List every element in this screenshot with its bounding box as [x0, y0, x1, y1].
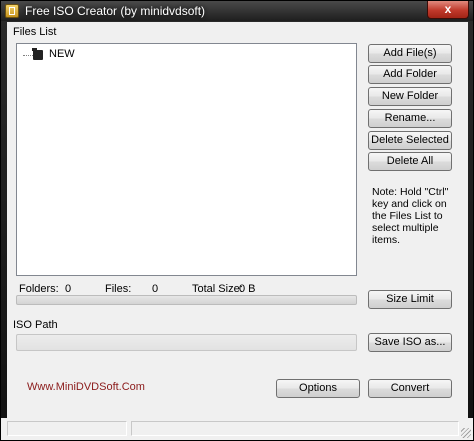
title-bar[interactable]: Free ISO Creator (by minidvdsoft) x — [1, 1, 473, 21]
app-icon — [5, 4, 19, 18]
total-size-value: 0 B — [239, 283, 256, 295]
rename-button[interactable]: Rename... — [368, 109, 452, 128]
add-folder-button[interactable]: Add Folder — [368, 65, 452, 84]
iso-path-field[interactable] — [16, 334, 357, 351]
files-label: Files: — [105, 283, 132, 295]
delete-all-button[interactable]: Delete All — [368, 152, 452, 171]
tree-connector-line — [23, 55, 33, 56]
save-iso-button[interactable]: Save ISO as... — [368, 333, 452, 352]
website-link[interactable]: Www.MiniDVDSoft.Com — [27, 381, 145, 393]
convert-button[interactable]: Convert — [368, 379, 452, 398]
folders-count: 0 — [65, 283, 72, 295]
options-button[interactable]: Options — [276, 379, 360, 398]
multi-select-note: Note: Hold "Ctrl" key and click on the F… — [372, 186, 449, 246]
total-size-label: Total Size: — [192, 283, 243, 295]
files-count: 0 — [152, 283, 159, 295]
folders-label: Folders: — [19, 283, 59, 295]
iso-path-label: ISO Path — [13, 319, 58, 331]
status-pane-left — [7, 421, 127, 436]
size-limit-button[interactable]: Size Limit — [368, 290, 452, 309]
window-title: Free ISO Creator (by minidvdsoft) — [25, 4, 206, 18]
main-panel: Files List NEW Add File(s) Add Folder Ne… — [7, 22, 468, 418]
app-window: Free ISO Creator (by minidvdsoft) x File… — [0, 0, 474, 441]
status-pane-right — [131, 421, 459, 436]
size-progress-bar — [16, 295, 357, 305]
status-bar — [1, 418, 473, 440]
add-files-button[interactable]: Add File(s) — [368, 44, 452, 63]
new-folder-button[interactable]: New Folder — [368, 87, 452, 106]
files-list-tree[interactable]: NEW — [16, 43, 357, 276]
tree-item-label: NEW — [49, 48, 75, 60]
files-list-label: Files List — [13, 26, 57, 38]
close-button[interactable]: x — [427, 1, 469, 19]
delete-selected-button[interactable]: Delete Selected — [368, 131, 452, 150]
resize-grip[interactable] — [461, 428, 471, 438]
folder-icon — [32, 48, 43, 60]
